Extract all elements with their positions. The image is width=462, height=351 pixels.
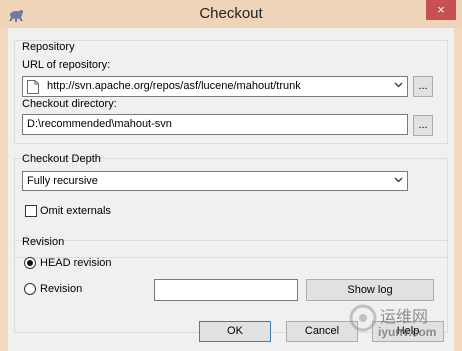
revision-radio[interactable] xyxy=(24,283,36,295)
directory-browse-button[interactable]: ... xyxy=(413,115,433,136)
head-revision-radio[interactable] xyxy=(24,257,36,269)
watermark-logo-icon xyxy=(349,304,377,332)
checkout-directory-value: D:\recommended\mahout-svn xyxy=(27,118,172,130)
chevron-down-icon[interactable] xyxy=(394,80,403,89)
watermark-line1: 运维网 xyxy=(380,309,429,326)
depth-selected: Fully recursive xyxy=(27,175,98,187)
omit-externals-label[interactable]: Omit externals xyxy=(40,205,111,217)
url-combo[interactable]: http://svn.apache.org/repos/asf/lucene/m… xyxy=(22,76,408,97)
close-button[interactable]: × xyxy=(426,0,456,20)
watermark-line2: iyunv.com xyxy=(378,325,437,339)
document-icon xyxy=(27,80,39,94)
site-watermark: 运维网 iyunv.com xyxy=(348,301,454,351)
revision-input[interactable] xyxy=(154,279,298,301)
window-title: Checkout xyxy=(199,5,263,22)
depth-combo[interactable]: Fully recursive xyxy=(22,171,408,191)
url-value: http://svn.apache.org/repos/asf/lucene/m… xyxy=(47,80,301,92)
depth-group-label: Checkout Depth xyxy=(22,153,101,165)
dialog-body: Repository URL of repository: http://svn… xyxy=(8,28,454,351)
repository-group-label: Repository xyxy=(22,41,75,53)
checkout-directory-label: Checkout directory: xyxy=(22,98,117,110)
show-log-button[interactable]: Show log xyxy=(306,279,434,301)
title-bar[interactable]: Checkout × xyxy=(0,0,462,28)
chevron-down-icon[interactable] xyxy=(394,175,403,184)
url-browse-button[interactable]: ... xyxy=(413,76,433,97)
url-label: URL of repository: xyxy=(22,59,111,71)
revision-label[interactable]: Revision xyxy=(40,283,82,295)
head-revision-label[interactable]: HEAD revision xyxy=(40,257,112,269)
checkout-dialog: Checkout × Repository URL of repository:… xyxy=(0,0,462,351)
revision-group-label: Revision xyxy=(22,236,65,248)
ok-button[interactable]: OK xyxy=(199,321,271,342)
checkout-directory-input[interactable]: D:\recommended\mahout-svn xyxy=(22,114,408,135)
omit-externals-checkbox[interactable] xyxy=(25,205,37,217)
